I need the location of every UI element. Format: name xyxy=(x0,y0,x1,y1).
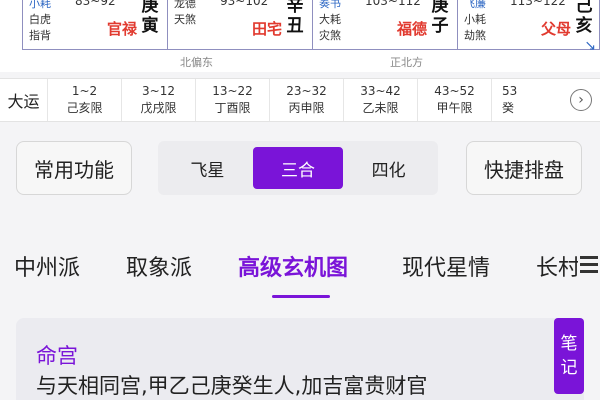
menu-icon[interactable] xyxy=(578,250,600,280)
star-2: 小耗 xyxy=(464,13,486,26)
dayun-item[interactable]: 3~12 戊戌限 xyxy=(122,79,196,121)
age-range: 93~102 xyxy=(220,0,269,8)
dayun-range: 33~42 xyxy=(360,84,401,98)
dayun-item[interactable]: 33~42 乙未限 xyxy=(344,79,418,121)
dayun-range: 43~52 xyxy=(434,84,475,98)
palace-name: 父母 xyxy=(540,20,571,38)
dayun-row: 大运 1~2 己亥限 3~12 戊戌限 13~22 丁酉限 23~32 丙申限 … xyxy=(0,78,600,122)
age-range: 103~112 xyxy=(365,0,421,8)
tab-quxiang[interactable]: 取象派 xyxy=(126,250,192,282)
mode-option-sihua[interactable]: 四化 xyxy=(343,147,434,189)
heavenly-stem: 辛 xyxy=(286,0,304,16)
dayun-name: 丁酉限 xyxy=(214,101,251,115)
notes-label-1: 笔 xyxy=(560,334,578,354)
direction-label: 正北方 xyxy=(390,56,423,69)
interpretation-card: 命宫 与天相同宫,甲乙己庚癸生人,加吉富贵财官 笔 记 xyxy=(16,318,584,400)
chart-grid: 小耗 白虎 指背 83~92 官禄 庚 寅 龙德 天煞 93~102 田宅 辛 … xyxy=(22,0,600,50)
dayun-range: 13~22 xyxy=(212,84,253,98)
mode-option-feixing[interactable]: 飞星 xyxy=(162,147,253,189)
dayun-item[interactable]: 13~22 丁酉限 xyxy=(196,79,270,121)
earthly-branch: 丑 xyxy=(286,16,304,36)
dayun-name: 癸 xyxy=(502,101,515,115)
dayun-item[interactable]: 43~52 甲午限 xyxy=(418,79,492,121)
card-title: 命宫 xyxy=(36,344,78,368)
heavenly-stem: 庚 xyxy=(141,0,159,16)
chevron-right-icon[interactable]: › xyxy=(570,89,592,111)
tab-modern-stars[interactable]: 现代星情 xyxy=(402,250,490,282)
dayun-name: 丙申限 xyxy=(288,101,325,115)
tab-zhongzhou[interactable]: 中州派 xyxy=(14,250,80,282)
dayun-name: 甲午限 xyxy=(436,101,473,115)
diagonal-arrow-icon: ↘ xyxy=(584,38,596,54)
dayun-range: 3~12 xyxy=(142,84,175,98)
star-3: 天煞 xyxy=(174,13,196,26)
star-2: 大耗 xyxy=(319,13,341,26)
earthly-branch: 寅 xyxy=(141,16,159,36)
dayun-label: 大运 xyxy=(0,79,48,121)
palace-cell[interactable]: 奏书 大耗 灾煞 103~112 福德 庚 子 xyxy=(313,0,458,50)
star-2: 龙德 xyxy=(174,0,196,10)
common-functions-button[interactable]: 常用功能 xyxy=(16,141,132,195)
dayun-name: 戊戌限 xyxy=(140,101,177,115)
quick-chart-button[interactable]: 快捷排盘 xyxy=(466,141,582,195)
dayun-item[interactable]: 53 癸 xyxy=(492,79,528,121)
star-3: 指背 xyxy=(29,29,51,42)
star-1: 飞廉 xyxy=(464,0,486,10)
palace-cell[interactable]: 飞廉 小耗 劫煞 113~122 父母 己 亥 xyxy=(458,0,600,50)
card-text: 与天相同宫,甲乙己庚癸生人,加吉富贵财官 xyxy=(36,374,428,398)
dayun-range: 1~2 xyxy=(71,84,98,98)
age-range: 113~122 xyxy=(510,0,566,8)
star-1: 小耗 xyxy=(29,0,51,10)
dayun-range: 53 xyxy=(502,84,518,98)
mode-option-sanhe[interactable]: 三合 xyxy=(252,147,344,189)
palace-name: 田宅 xyxy=(251,20,282,38)
dayun-name: 己亥限 xyxy=(66,101,103,115)
palace-name: 官禄 xyxy=(106,20,137,38)
dayun-item[interactable]: 1~2 己亥限 xyxy=(48,79,122,121)
earthly-branch: 子 xyxy=(431,16,449,36)
ziwei-chart: 小耗 白虎 指背 83~92 官禄 庚 寅 龙德 天煞 93~102 田宅 辛 … xyxy=(0,0,600,72)
mode-segmented-control: 飞星 三合 四化 xyxy=(158,141,438,195)
star-1: 奏书 xyxy=(319,0,341,10)
star-3: 灾煞 xyxy=(319,29,341,42)
star-2: 白虎 xyxy=(29,13,51,26)
tab-advanced-chart[interactable]: 高级玄机图 xyxy=(238,250,348,282)
notes-label-2: 记 xyxy=(560,358,578,378)
age-range: 83~92 xyxy=(75,0,116,8)
palace-cell[interactable]: 小耗 白虎 指背 83~92 官禄 庚 寅 xyxy=(23,0,168,50)
heavenly-stem: 己 xyxy=(575,0,593,16)
school-tabs: 中州派 取象派 高级玄机图 现代星情 长村 xyxy=(0,240,600,300)
dayun-name: 乙未限 xyxy=(362,101,399,115)
active-tab-indicator xyxy=(272,295,330,298)
tab-partial[interactable]: 长村 xyxy=(536,250,580,282)
notes-button[interactable]: 笔 记 xyxy=(554,318,584,394)
dayun-item[interactable]: 23~32 丙申限 xyxy=(270,79,344,121)
direction-label: 北偏东 xyxy=(180,56,213,69)
earthly-branch: 亥 xyxy=(575,16,593,36)
palace-name: 福德 xyxy=(396,20,427,38)
star-3: 劫煞 xyxy=(464,29,486,42)
heavenly-stem: 庚 xyxy=(431,0,449,16)
dayun-range: 23~32 xyxy=(286,84,327,98)
palace-cell[interactable]: 龙德 天煞 93~102 田宅 辛 丑 xyxy=(168,0,313,50)
